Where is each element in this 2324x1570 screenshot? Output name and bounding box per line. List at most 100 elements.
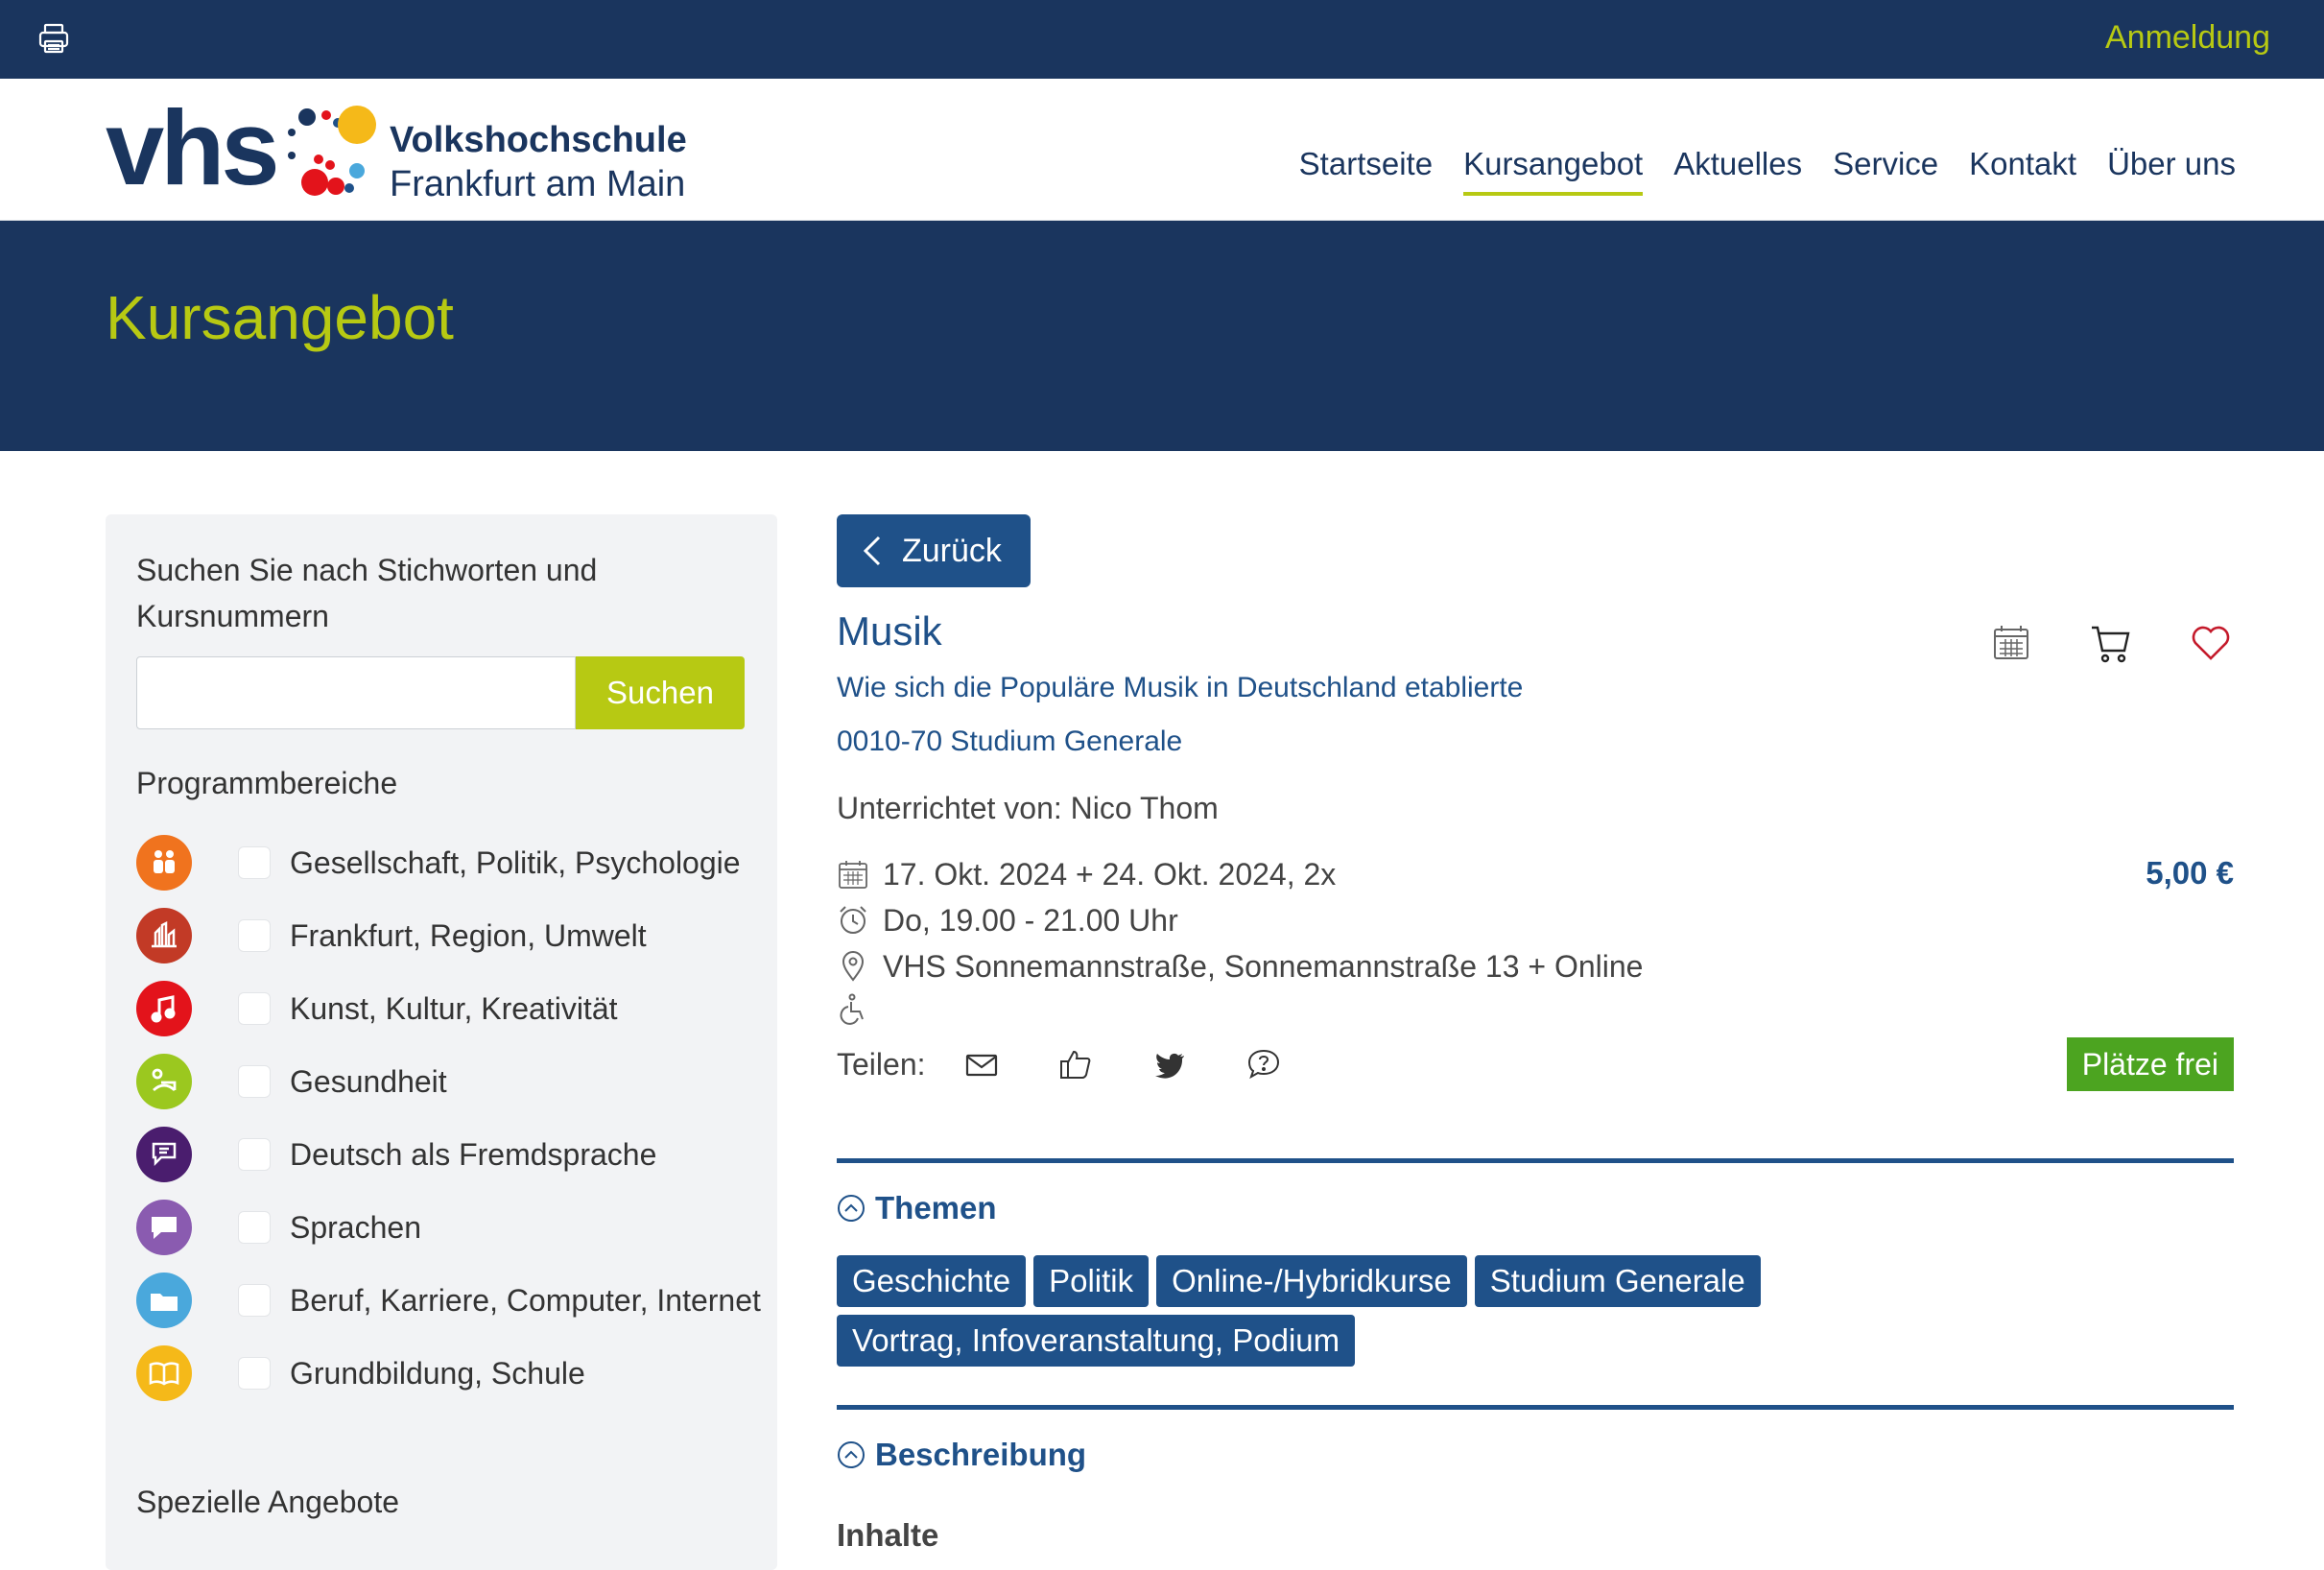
- music-note-icon: [136, 981, 192, 1036]
- calendar-icon[interactable]: [1988, 620, 2034, 666]
- course-details: 17. Okt. 2024 + 24. Okt. 2024, 2x Do, 19…: [837, 851, 2234, 1091]
- logo-line-2: Frankfurt am Main: [390, 163, 686, 204]
- course-detail: Zurück Musik Wie sich die Populäre Musik…: [837, 514, 2234, 1554]
- description-title: Beschreibung: [875, 1437, 1087, 1472]
- program-checkbox[interactable]: [238, 846, 271, 879]
- program-item-beruf[interactable]: Beruf, Karriere, Computer, Internet: [136, 1264, 761, 1337]
- search-label: Suchen Sie nach Stichworten und Kursnumm…: [136, 553, 598, 633]
- heart-icon[interactable]: [2188, 620, 2234, 666]
- back-button-label: Zurück: [902, 532, 1002, 569]
- program-checkbox[interactable]: [238, 1138, 271, 1171]
- share-label: Teilen:: [837, 1046, 926, 1082]
- nav-kursangebot[interactable]: Kursangebot: [1463, 146, 1644, 196]
- login-link[interactable]: Anmeldung: [2105, 19, 2270, 57]
- section-divider: [837, 1158, 2234, 1163]
- program-item-daf[interactable]: Deutsch als Fremdsprache: [136, 1118, 747, 1191]
- tag-online-hybrid[interactable]: Online-/Hybridkurse: [1156, 1255, 1467, 1307]
- wheelchair-icon: [840, 993, 864, 1025]
- program-item-gesundheit[interactable]: Gesundheit: [136, 1045, 747, 1118]
- special-offers-title: Spezielle Angebote: [136, 1485, 399, 1519]
- program-item-gesellschaft[interactable]: Gesellschaft, Politik, Psychologie: [136, 826, 747, 899]
- program-label: Beruf, Karriere, Computer, Internet: [290, 1282, 761, 1318]
- time-row: Do, 19.00 - 21.00 Uhr: [837, 897, 2234, 943]
- tag-studium-generale[interactable]: Studium Generale: [1474, 1255, 1761, 1307]
- vhs-logo[interactable]: vhs Volkshochschule Frankfurt am Main: [106, 96, 720, 209]
- course-actions: [1988, 620, 2234, 666]
- program-item-grundbildung[interactable]: Grundbildung, Schule: [136, 1337, 747, 1410]
- program-label: Gesundheit: [290, 1063, 447, 1099]
- program-label: Sprachen: [290, 1209, 421, 1245]
- program-item-sprachen[interactable]: Sprachen: [136, 1191, 747, 1264]
- location-row: VHS Sonnemannstraße, Sonnemannstraße 13 …: [837, 943, 2234, 989]
- search-sidebar: Suchen Sie nach Stichworten und Kursnumm…: [106, 514, 777, 1570]
- course-number: 0010-70 Studium Generale: [837, 726, 1183, 757]
- chevron-up-circle-icon: [838, 1195, 865, 1222]
- tag-politik[interactable]: Politik: [1033, 1255, 1150, 1307]
- people-icon: [136, 835, 192, 891]
- nav-aktuelles[interactable]: Aktuelles: [1673, 146, 1802, 196]
- tag-vortrag[interactable]: Vortrag, Infoveranstaltung, Podium: [837, 1315, 1356, 1367]
- programs-title: Programmbereiche: [136, 766, 398, 800]
- section-divider: [837, 1405, 2234, 1410]
- site-header: vhs Volkshochschule Frankfurt am Main St…: [0, 79, 2324, 221]
- help-chat-icon[interactable]: [1246, 1047, 1281, 1082]
- thumbs-up-icon[interactable]: [1058, 1047, 1093, 1082]
- share-icons: [964, 1047, 1281, 1082]
- program-checkbox[interactable]: [238, 992, 271, 1025]
- top-bar: Anmeldung: [0, 0, 2324, 79]
- speech-bubble-icon: [136, 1200, 192, 1255]
- cart-icon[interactable]: [2088, 620, 2134, 666]
- tag-geschichte[interactable]: Geschichte: [837, 1255, 1027, 1307]
- program-item-kunst[interactable]: Kunst, Kultur, Kreativität: [136, 972, 747, 1045]
- map-pin-icon: [842, 951, 865, 982]
- page-title: Kursangebot: [106, 283, 454, 352]
- course-date: 17. Okt. 2024 + 24. Okt. 2024, 2x: [883, 856, 1337, 892]
- city-icon: [136, 908, 192, 963]
- hero-banner: Kursangebot: [0, 221, 2324, 451]
- back-button[interactable]: Zurück: [837, 514, 1031, 587]
- program-label: Frankfurt, Region, Umwelt: [290, 917, 647, 953]
- nav-service[interactable]: Service: [1833, 146, 1938, 196]
- program-checkbox[interactable]: [238, 1065, 271, 1098]
- accessibility-row: [837, 989, 2234, 1028]
- course-subtitle: Wie sich die Populäre Musik in Deutschla…: [837, 672, 1524, 703]
- program-checkbox[interactable]: [238, 1357, 271, 1390]
- nav-startseite[interactable]: Startseite: [1299, 146, 1433, 196]
- course-price: 5,00 €: [2146, 855, 2234, 891]
- seats-available-badge: Plätze frei: [2066, 1037, 2234, 1091]
- description-toggle[interactable]: Beschreibung: [837, 1437, 2234, 1473]
- folder-icon: [136, 1273, 192, 1328]
- print-icon[interactable]: [36, 21, 71, 56]
- twitter-icon[interactable]: [1152, 1047, 1187, 1082]
- nav-ueber-uns[interactable]: Über uns: [2107, 146, 2236, 196]
- program-checkbox[interactable]: [238, 1284, 271, 1317]
- logo-line-1: Volkshochschule: [390, 120, 687, 160]
- course-location: VHS Sonnemannstraße, Sonnemannstraße 13 …: [883, 948, 1644, 984]
- search-button[interactable]: Suchen: [576, 656, 745, 729]
- course-time: Do, 19.00 - 21.00 Uhr: [883, 902, 1178, 938]
- flag-speech-icon: [136, 1127, 192, 1182]
- nav-kontakt[interactable]: Kontakt: [1969, 146, 2076, 196]
- program-checkbox[interactable]: [238, 1211, 271, 1244]
- theme-tags: Geschichte Politik Online-/Hybridkurse S…: [837, 1255, 2234, 1367]
- course-teacher: Unterrichtet von: Nico Thom: [837, 791, 1219, 825]
- themes-toggle[interactable]: Themen: [837, 1190, 2234, 1226]
- alarm-clock-icon: [840, 906, 866, 934]
- search-form: Suchen: [136, 656, 745, 729]
- program-label: Gesellschaft, Politik, Psychologie: [290, 844, 741, 880]
- program-label: Deutsch als Fremdsprache: [290, 1136, 657, 1172]
- program-label: Grundbildung, Schule: [290, 1355, 585, 1391]
- share-row: Teilen: Plätze frei: [837, 1037, 2234, 1091]
- chevron-left-icon: [863, 535, 881, 566]
- contents-heading: Inhalte: [837, 1517, 939, 1553]
- calendar-icon: [839, 861, 867, 889]
- book-icon: [136, 1345, 192, 1401]
- search-input[interactable]: [136, 656, 576, 729]
- program-checkbox[interactable]: [238, 919, 271, 952]
- main-nav: Startseite Kursangebot Aktuelles Service…: [1299, 146, 2236, 196]
- mail-icon[interactable]: [964, 1047, 999, 1082]
- programs-list: Gesellschaft, Politik, Psychologie Frank…: [136, 826, 761, 1410]
- chevron-up-circle-icon: [838, 1441, 865, 1468]
- program-item-frankfurt[interactable]: Frankfurt, Region, Umwelt: [136, 899, 747, 972]
- date-row: 17. Okt. 2024 + 24. Okt. 2024, 2x: [837, 851, 2234, 897]
